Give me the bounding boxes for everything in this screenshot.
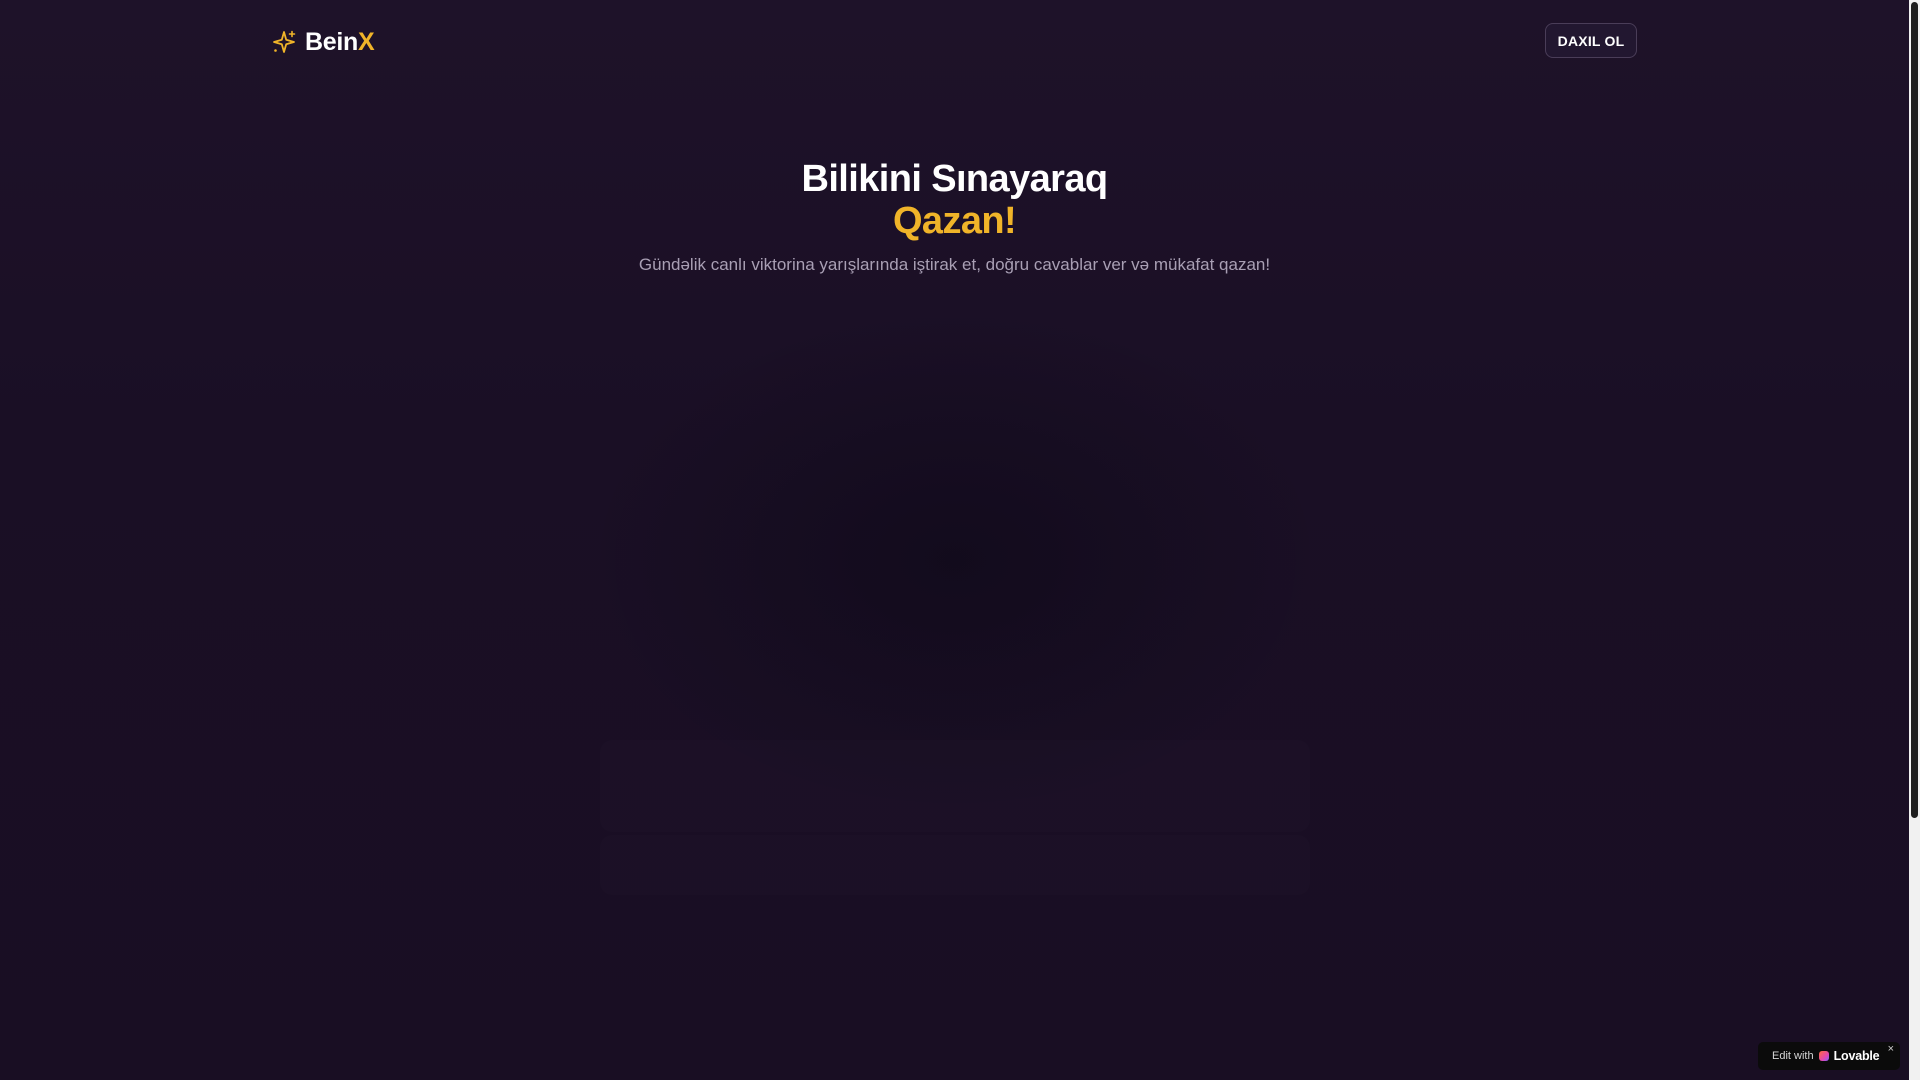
- badge-edit-label: Edit with: [1772, 1050, 1814, 1062]
- edit-with-lovable-badge[interactable]: Edit with Lovable ×: [1758, 1042, 1900, 1070]
- sparkles-icon: [271, 29, 297, 55]
- close-icon[interactable]: ×: [1888, 1042, 1894, 1056]
- loading-placeholder: [600, 740, 1310, 832]
- logo-main: Bein: [305, 27, 358, 56]
- logo-accent: X: [357, 27, 375, 56]
- hero-title-line2: Qazan!: [892, 200, 1017, 242]
- hero-subtitle: Gündəlik canlı viktorina yarışlarında iş…: [638, 255, 1271, 274]
- lovable-logo-icon: [1818, 1051, 1829, 1061]
- badge-brand: Lovable: [1833, 1049, 1880, 1063]
- scrollbar-thumb[interactable]: [1911, 2, 1918, 818]
- logo-text: BeinX: [305, 27, 375, 57]
- hero-title-line1: Bilikini Sınayaraq: [801, 158, 1109, 200]
- scrollbar[interactable]: [1909, 0, 1920, 1080]
- hero-title: Bilikini Sınayaraq Qazan!: [0, 158, 1909, 242]
- logo[interactable]: BeinX: [271, 25, 375, 59]
- loading-placeholder: [600, 835, 1310, 895]
- login-button[interactable]: DAXIL OL: [1545, 23, 1637, 58]
- page: BeinX DAXIL OL Bilikini Sınayaraq Qazan!…: [0, 0, 1909, 1080]
